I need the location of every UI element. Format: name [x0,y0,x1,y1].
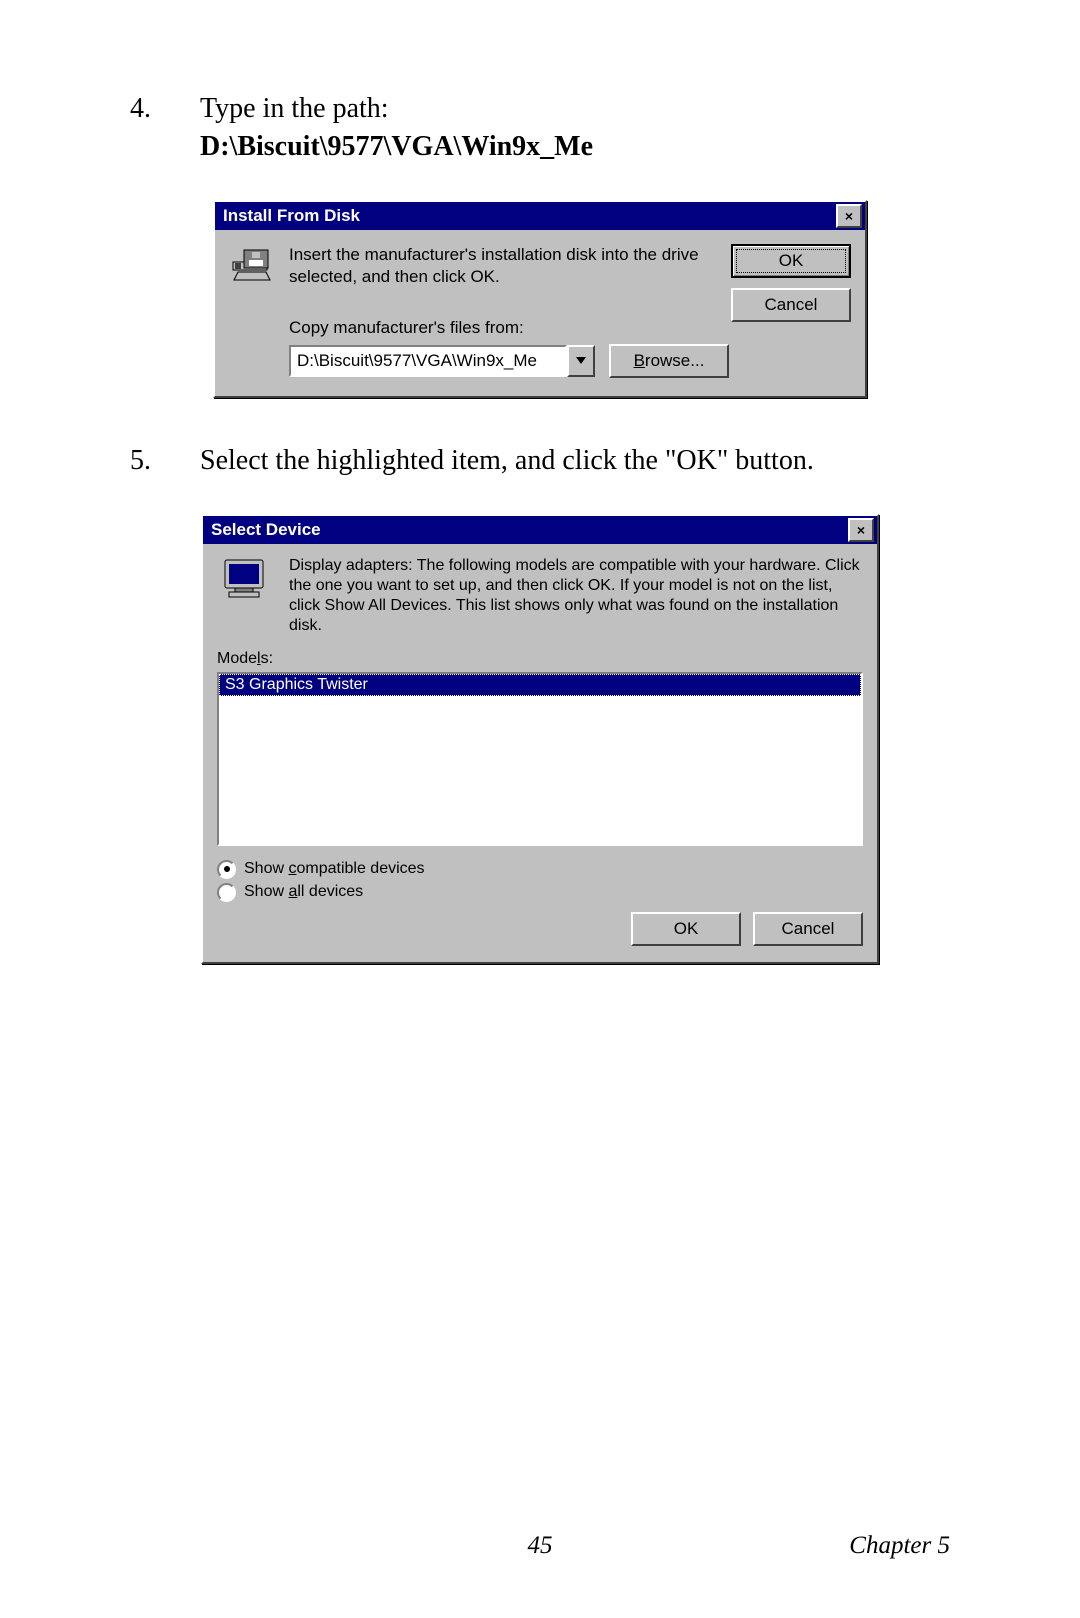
step-5-text: Select the highlighted item, and click t… [200,442,950,480]
path-combobox[interactable]: D:\Biscuit\9577\VGA\Win9x_Me [289,345,595,377]
list-item[interactable]: S3 Graphics Twister [219,674,861,696]
models-listbox[interactable]: S3 Graphics Twister [217,672,863,846]
path-input[interactable]: D:\Biscuit\9577\VGA\Win9x_Me [289,345,567,377]
figure-install-from-disk: Install From Disk × Insert the manufactu… [130,200,950,398]
figure-select-device: Select Device × Display adapters: The fo… [130,514,950,964]
ok-button[interactable]: OK [731,244,851,278]
radio-icon [217,860,236,879]
chevron-down-icon[interactable] [567,345,595,377]
radio-compatible[interactable]: Show compatible devices [217,860,863,879]
floppy-icon [229,244,277,378]
step-4-path: D:\Biscuit\9577\VGA\Win9x_Me [200,131,593,162]
page-footer: 45 Chapter 5 [0,1532,1080,1560]
install-instruction: Insert the manufacturer's installation d… [289,244,729,288]
step-4: 4. Type in the path: D:\Biscuit\9577\VGA… [130,90,950,166]
install-dialog-title: Install From Disk [223,206,836,226]
select-device-dialog: Select Device × Display adapters: The fo… [201,514,879,964]
step-5-number: 5. [130,442,200,480]
ok-button[interactable]: OK [631,912,741,946]
close-icon[interactable]: × [836,204,862,228]
step-4-line1: Type in the path: [200,93,389,124]
step-5: 5. Select the highlighted item, and clic… [130,442,950,480]
cancel-button[interactable]: Cancel [731,288,851,322]
monitor-icon [217,556,273,600]
radio-all[interactable]: Show all devices [217,883,863,902]
step-4-number: 4. [130,90,200,166]
models-label: Models: [217,650,863,668]
browse-rest: rowse... [645,351,705,370]
select-device-description: Display adapters: The following models a… [289,556,863,636]
install-from-disk-dialog: Install From Disk × Insert the manufactu… [213,200,867,398]
copy-from-label: Copy manufacturer's files from: [289,318,729,338]
radio-icon [217,883,236,902]
cancel-button[interactable]: Cancel [753,912,863,946]
chapter-label: Chapter 5 [849,1532,950,1560]
browse-mnemonic: B [634,351,645,370]
select-device-titlebar: Select Device × [203,516,877,544]
close-icon[interactable]: × [848,518,874,542]
browse-button[interactable]: Browse... [609,344,729,378]
install-dialog-titlebar: Install From Disk × [215,202,865,230]
device-filter-radios: Show compatible devices Show all devices [217,860,863,902]
page: 4. Type in the path: D:\Biscuit\9577\VGA… [0,0,1080,1618]
page-number: 45 [528,1532,553,1560]
select-device-title: Select Device [211,520,848,540]
step-4-text: Type in the path: D:\Biscuit\9577\VGA\Wi… [200,90,950,166]
